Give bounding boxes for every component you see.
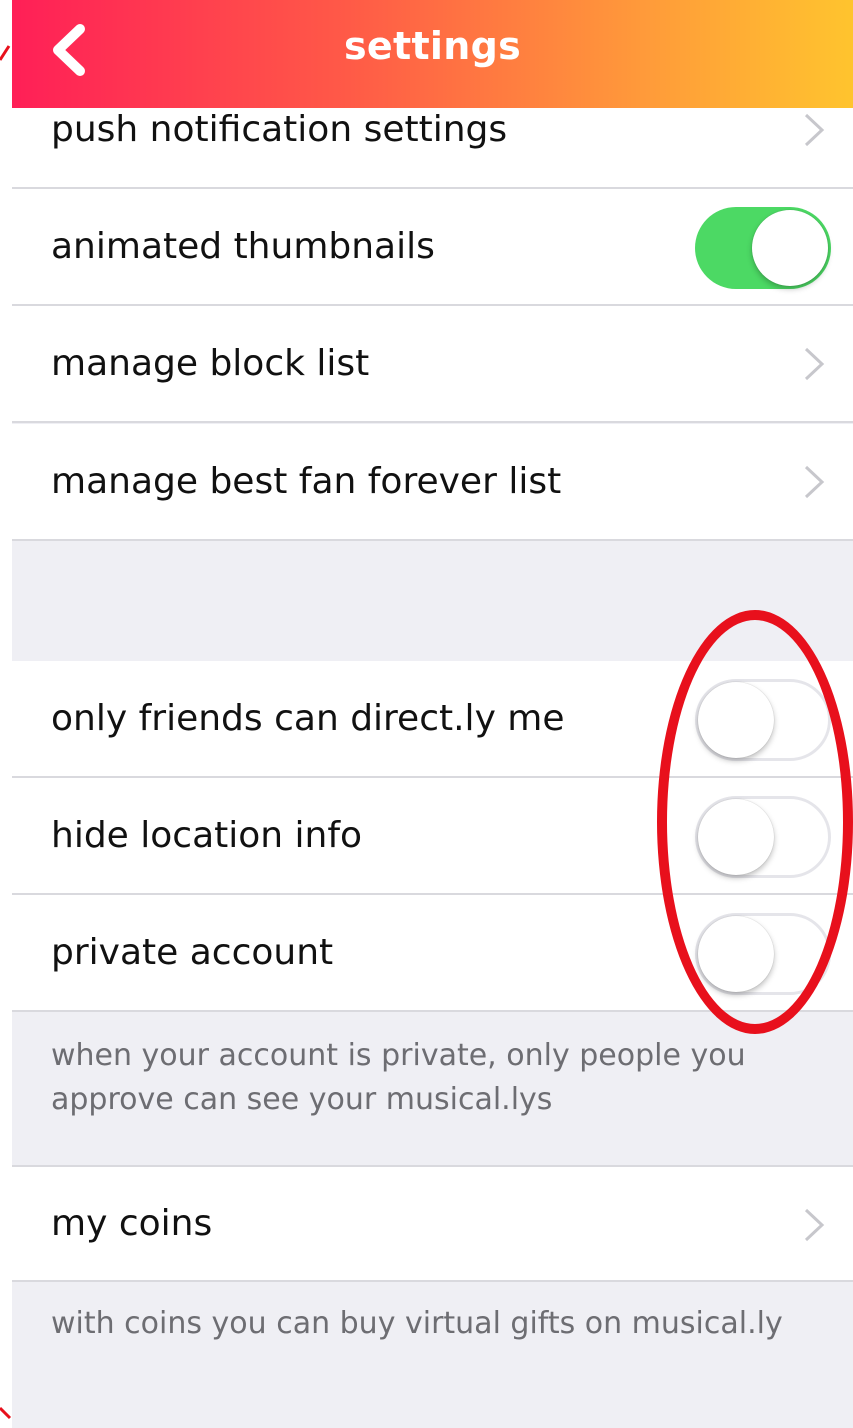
manage-block-list-label: manage block list xyxy=(51,343,370,384)
chevron-right-icon xyxy=(804,1208,825,1242)
my-coins-row[interactable]: my coins xyxy=(12,1165,853,1282)
coins-footnote: with coins you can buy virtual gifts on … xyxy=(51,1306,783,1341)
page-title: settings xyxy=(343,24,522,68)
hide-location-label: hide location info xyxy=(51,815,363,856)
chevron-right-icon xyxy=(804,465,825,499)
my-coins-label: my coins xyxy=(51,1203,213,1244)
chevron-right-icon xyxy=(804,113,825,147)
toggle-knob xyxy=(752,210,828,286)
section-gap xyxy=(12,541,853,661)
manage-block-list-row[interactable]: manage block list xyxy=(12,306,853,423)
animated-thumbnails-row: animated thumbnails xyxy=(12,189,853,306)
navigation-bar: settings xyxy=(12,0,853,108)
hide-location-toggle[interactable] xyxy=(695,796,831,878)
private-account-footnote: when your account is private, only peopl… xyxy=(51,1038,746,1117)
hide-location-row: hide location info xyxy=(12,778,853,895)
only-friends-direct-toggle[interactable] xyxy=(695,679,831,761)
chevron-right-icon xyxy=(804,347,825,381)
private-account-footer: when your account is private, only peopl… xyxy=(12,1012,853,1165)
animated-thumbnails-label: animated thumbnails xyxy=(51,226,435,267)
left-edge xyxy=(0,0,12,1428)
manage-bff-list-row[interactable]: manage best fan forever list xyxy=(12,424,853,541)
animated-thumbnails-toggle[interactable] xyxy=(695,207,831,289)
private-account-toggle[interactable] xyxy=(695,913,831,995)
private-account-label: private account xyxy=(51,932,334,973)
only-friends-direct-label: only friends can direct.ly me xyxy=(51,698,565,739)
coins-footer: with coins you can buy virtual gifts on … xyxy=(12,1282,853,1428)
toggle-knob xyxy=(698,916,774,992)
toggle-knob xyxy=(698,799,774,875)
only-friends-direct-row: only friends can direct.ly me xyxy=(12,661,853,778)
settings-screen: push notification settings animated thum… xyxy=(12,0,853,1428)
red-tick-mark xyxy=(0,1406,12,1420)
private-account-row: private account xyxy=(12,895,853,1012)
manage-bff-list-label: manage best fan forever list xyxy=(51,461,562,502)
toggle-knob xyxy=(698,682,774,758)
red-arrow-mark xyxy=(0,45,11,61)
